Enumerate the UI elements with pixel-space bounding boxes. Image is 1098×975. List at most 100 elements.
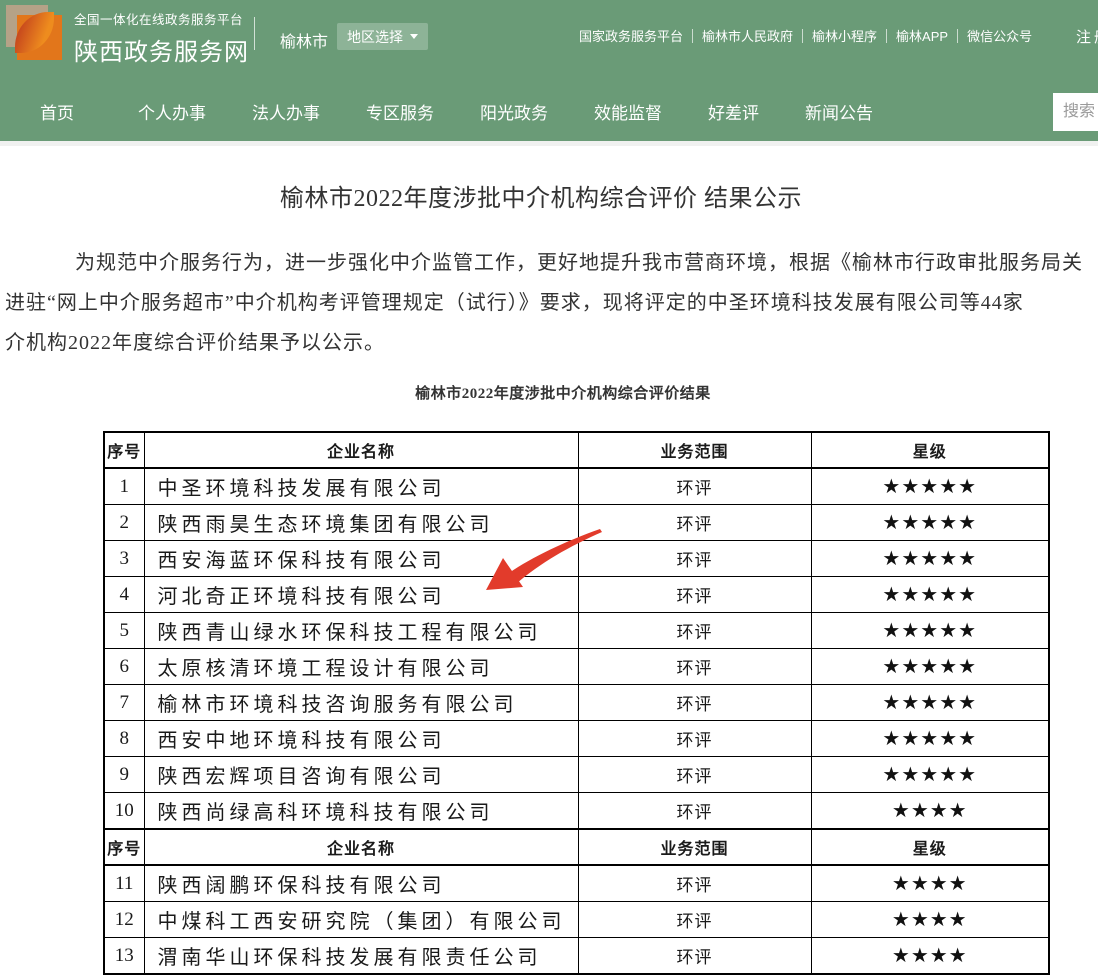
- table-row: 3 西安海蓝环保科技有限公司 环评 ★★★★★: [104, 541, 1049, 577]
- register-link[interactable]: 注册: [1076, 26, 1098, 47]
- top-link-app[interactable]: 榆林APP: [896, 26, 948, 45]
- cell-scope: 环评: [578, 649, 811, 685]
- cell-no: 2: [104, 505, 144, 541]
- col-header-stars: 星级: [811, 432, 1049, 468]
- cell-no: 1: [104, 468, 144, 505]
- table-row: 7 榆林市环境科技咨询服务有限公司 环评 ★★★★★: [104, 685, 1049, 721]
- col-header-stars: 星级: [811, 829, 1049, 865]
- site-name: 陕西政务服务网: [74, 32, 249, 67]
- col-header-no: 序号: [104, 432, 144, 468]
- cell-star-rating: ★★★★: [811, 865, 1049, 902]
- top-link-mini-program[interactable]: 榆林小程序: [812, 26, 877, 45]
- nav-item-home[interactable]: 首页: [40, 99, 74, 124]
- cell-star-rating: ★★★★★: [811, 721, 1049, 757]
- cell-scope: 环评: [578, 902, 811, 938]
- cell-star-rating: ★★★★: [811, 938, 1049, 975]
- col-header-scope: 业务范围: [578, 432, 811, 468]
- cell-no: 5: [104, 613, 144, 649]
- region-selector-button[interactable]: 地区选择: [337, 23, 428, 50]
- cell-no: 11: [104, 865, 144, 902]
- article-paragraph: 为规范中介服务行为，进一步强化中介监管工作，更好地提升我市营商环境，根据《榆林市…: [5, 243, 1098, 363]
- table-caption: 榆林市2022年度涉批中介机构综合评价结果: [0, 382, 1098, 406]
- table-row: 11 陕西阔鹏环保科技有限公司 环评 ★★★★: [104, 865, 1049, 902]
- cell-scope: 环评: [578, 793, 811, 830]
- cell-no: 3: [104, 541, 144, 577]
- table-header-row: 序号 企业名称 业务范围 星级: [104, 432, 1049, 468]
- search-box: [1053, 93, 1098, 131]
- nav-item-legal[interactable]: 法人办事: [252, 99, 320, 124]
- table-row: 6 太原核清环境工程设计有限公司 环评 ★★★★★: [104, 649, 1049, 685]
- nav-item-review[interactable]: 好差评: [708, 99, 759, 124]
- table-row: 13 渭南华山环保科技发展有限责任公司 环评 ★★★★: [104, 938, 1049, 975]
- col-header-name: 企业名称: [144, 432, 578, 468]
- page-title: 榆林市2022年度涉批中介机构综合评价 结果公示: [0, 178, 1082, 213]
- cell-star-rating: ★★★★★: [811, 541, 1049, 577]
- nav-item-sunshine[interactable]: 阳光政务: [480, 99, 548, 124]
- cell-company-name: 渭南华山环保科技发展有限责任公司: [144, 938, 578, 975]
- cell-company-name: 西安中地环境科技有限公司: [144, 721, 578, 757]
- table-row: 12 中煤科工西安研究院（集团）有限公司 环评 ★★★★: [104, 902, 1049, 938]
- platform-label: 全国一体化在线政务服务平台: [74, 9, 249, 28]
- current-city-label: 榆林市: [280, 28, 328, 52]
- cell-scope: 环评: [578, 577, 811, 613]
- cell-star-rating: ★★★★★: [811, 505, 1049, 541]
- cell-star-rating: ★★★★★: [811, 468, 1049, 505]
- cell-scope: 环评: [578, 757, 811, 793]
- table-row: 8 西安中地环境科技有限公司 环评 ★★★★★: [104, 721, 1049, 757]
- cell-no: 12: [104, 902, 144, 938]
- cell-no: 13: [104, 938, 144, 975]
- cell-star-rating: ★★★★: [811, 793, 1049, 830]
- cell-company-name: 陕西阔鹏环保科技有限公司: [144, 865, 578, 902]
- table-row: 9 陕西宏辉项目咨询有限公司 环评 ★★★★★: [104, 757, 1049, 793]
- paragraph-line: 介机构2022年度综合评价结果予以公示。: [5, 323, 1098, 363]
- nav-item-news[interactable]: 新闻公告: [805, 99, 873, 124]
- table-row: 2 陕西雨昊生态环境集团有限公司 环评 ★★★★★: [104, 505, 1049, 541]
- cell-no: 10: [104, 793, 144, 830]
- cell-star-rating: ★★★★: [811, 902, 1049, 938]
- brand-block: 全国一体化在线政务服务平台 陕西政务服务网: [74, 9, 249, 67]
- top-link-wechat[interactable]: 微信公众号: [967, 26, 1032, 45]
- site-logo[interactable]: [6, 5, 62, 60]
- cell-company-name: 太原核清环境工程设计有限公司: [144, 649, 578, 685]
- top-link-national-platform[interactable]: 国家政务服务平台: [579, 26, 683, 45]
- link-separator: [802, 29, 803, 43]
- nav-item-zones[interactable]: 专区服务: [366, 99, 434, 124]
- cell-no: 6: [104, 649, 144, 685]
- caret-down-icon: [410, 34, 418, 39]
- cell-scope: 环评: [578, 721, 811, 757]
- cell-star-rating: ★★★★★: [811, 685, 1049, 721]
- cell-scope: 环评: [578, 468, 811, 505]
- link-separator: [957, 29, 958, 43]
- cell-scope: 环评: [578, 613, 811, 649]
- header-divider: [254, 17, 255, 50]
- cell-company-name: 中圣环境科技发展有限公司: [144, 468, 578, 505]
- cell-no: 9: [104, 757, 144, 793]
- cell-scope: 环评: [578, 685, 811, 721]
- search-input[interactable]: [1053, 93, 1098, 131]
- col-header-scope: 业务范围: [578, 829, 811, 865]
- cell-star-rating: ★★★★★: [811, 577, 1049, 613]
- col-header-name: 企业名称: [144, 829, 578, 865]
- cell-company-name: 陕西尚绿高科环境科技有限公司: [144, 793, 578, 830]
- link-separator: [886, 29, 887, 43]
- nav-item-personal[interactable]: 个人办事: [138, 99, 206, 124]
- cell-company-name: 陕西宏辉项目咨询有限公司: [144, 757, 578, 793]
- cell-scope: 环评: [578, 865, 811, 902]
- cell-star-rating: ★★★★★: [811, 613, 1049, 649]
- top-link-city-government[interactable]: 榆林市人民政府: [702, 26, 793, 45]
- cell-company-name: 中煤科工西安研究院（集团）有限公司: [144, 902, 578, 938]
- table-row: 5 陕西青山绿水环保科技工程有限公司 环评 ★★★★★: [104, 613, 1049, 649]
- cell-star-rating: ★★★★★: [811, 649, 1049, 685]
- cell-company-name: 陕西青山绿水环保科技工程有限公司: [144, 613, 578, 649]
- table-header-row: 序号 企业名称 业务范围 星级: [104, 829, 1049, 865]
- nav-item-supervision[interactable]: 效能监督: [594, 99, 662, 124]
- top-links: 国家政务服务平台 榆林市人民政府 榆林小程序 榆林APP 微信公众号: [579, 26, 1032, 45]
- col-header-no: 序号: [104, 829, 144, 865]
- cell-company-name: 河北奇正环境科技有限公司: [144, 577, 578, 613]
- cell-star-rating: ★★★★★: [811, 757, 1049, 793]
- header-bottom-strip: [0, 141, 1098, 146]
- paragraph-line: 为规范中介服务行为，进一步强化中介监管工作，更好地提升我市营商环境，根据《榆林市…: [5, 243, 1098, 283]
- region-selector-label: 地区选择: [347, 27, 403, 47]
- cell-no: 8: [104, 721, 144, 757]
- cell-scope: 环评: [578, 505, 811, 541]
